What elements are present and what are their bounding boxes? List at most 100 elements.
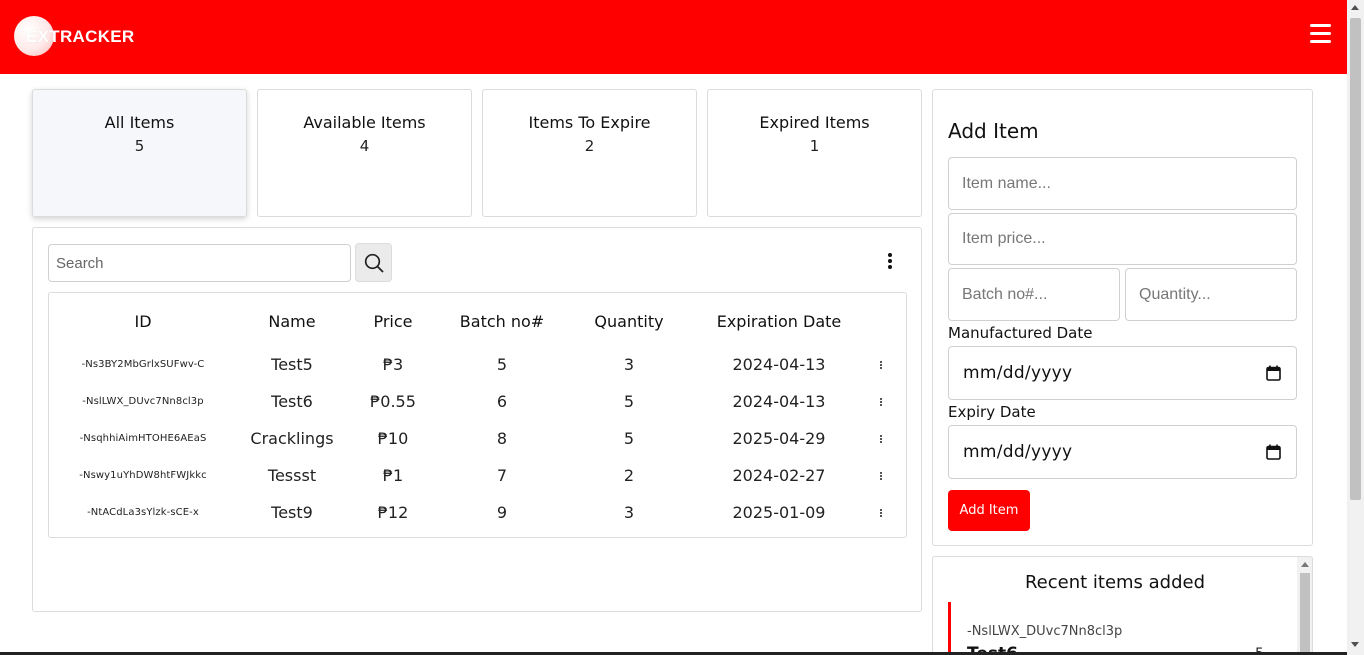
cell-quantity: 2 [623, 466, 635, 485]
row-kebab-icon[interactable] [880, 361, 883, 370]
cell-batch: 5 [496, 355, 508, 374]
scroll-down-arrow-icon[interactable] [1351, 642, 1359, 647]
column-header-expiration[interactable]: Expiration Date [693, 303, 865, 340]
cell-price: ₱0.55 [370, 392, 416, 411]
table-row: -NsqhhiAimHTOHE6AEaS Cracklings ₱10 8 5 … [49, 420, 906, 457]
search-input[interactable] [48, 244, 351, 282]
calendar-icon[interactable] [1266, 365, 1281, 381]
page-scrollbar[interactable] [1347, 0, 1364, 655]
manufactured-date-input[interactable]: mm/dd/yyyy [948, 346, 1297, 400]
stat-card-expired-items[interactable]: Expired Items 1 [707, 89, 922, 217]
date-placeholder: mm/dd/yyyy [963, 363, 1073, 383]
scroll-up-arrow-icon[interactable] [1351, 5, 1359, 10]
stat-card-items-to-expire[interactable]: Items To Expire 2 [482, 89, 697, 217]
table-options-kebab-icon[interactable] [888, 253, 894, 271]
cell-name: Test9 [271, 503, 313, 522]
cell-id: -NtACdLa3sYlzk-sCE-x [87, 507, 199, 518]
item-name-input[interactable] [948, 157, 1297, 210]
cell-name: Test5 [271, 355, 313, 374]
column-header-name[interactable]: Name [237, 303, 347, 340]
items-table-panel: ID Name Price Batch no# Quantity Expirat… [32, 227, 922, 612]
cell-batch: 6 [496, 392, 508, 411]
expiry-date-label: Expiry Date [948, 403, 1036, 421]
row-actions-cell [865, 346, 898, 383]
cell-id: -Ns3BY2MbGrlxSUFwv-C [81, 359, 205, 370]
stat-value: 4 [359, 137, 370, 155]
cell-expiration: 2024-04-13 [732, 355, 826, 374]
cell-batch: 8 [496, 429, 508, 448]
column-header-id[interactable]: ID [49, 303, 237, 340]
cell-expiration: 2024-02-27 [732, 466, 826, 485]
cell-price: ₱3 [382, 355, 404, 374]
recent-items-title: Recent items added [1024, 572, 1206, 593]
stat-value: 2 [584, 137, 595, 155]
hamburger-menu-icon[interactable] [1310, 24, 1332, 46]
cell-id: -NsqhhiAimHTOHE6AEaS [79, 433, 207, 444]
scrollbar-thumb[interactable] [1350, 18, 1361, 500]
stat-title: Available Items [303, 113, 426, 132]
cell-quantity: 3 [623, 503, 635, 522]
cell-name: Cracklings [250, 429, 334, 448]
recent-items-scrollbar[interactable] [1297, 557, 1312, 655]
expiry-date-input[interactable]: mm/dd/yyyy [948, 425, 1297, 479]
row-actions-cell [865, 494, 898, 531]
cell-expiration: 2025-01-09 [732, 503, 826, 522]
search-button[interactable] [355, 243, 392, 282]
row-actions-cell [865, 383, 898, 420]
stat-title: All Items [104, 113, 175, 132]
search-icon [364, 253, 384, 273]
stat-value: 1 [809, 137, 820, 155]
cell-batch: 7 [496, 466, 508, 485]
cell-expiration: 2025-04-29 [732, 429, 826, 448]
cell-quantity: 5 [623, 429, 635, 448]
row-actions-cell [865, 420, 898, 457]
add-item-title: Add Item [948, 119, 1039, 143]
stat-value: 5 [134, 137, 145, 155]
scrollbar-thumb[interactable] [1300, 573, 1310, 655]
add-item-panel: Add Item Manufactured Date mm/dd/yyyy Ex… [932, 89, 1313, 546]
calendar-icon[interactable] [1266, 444, 1281, 460]
item-price-input[interactable] [948, 213, 1297, 265]
cell-price: ₱1 [382, 466, 404, 485]
items-table: ID Name Price Batch no# Quantity Expirat… [48, 292, 907, 538]
table-row: -Ns3BY2MbGrlxSUFwv-C Test5 ₱3 5 3 2024-0… [49, 346, 906, 383]
row-kebab-icon[interactable] [880, 472, 883, 481]
batch-number-input[interactable] [948, 268, 1120, 321]
column-header-batch[interactable]: Batch no# [439, 303, 565, 340]
recent-items-panel: Recent items added -NslLWX_DUvc7Nn8cl3p … [932, 556, 1313, 655]
add-item-button[interactable]: Add Item [948, 490, 1030, 531]
table-header-row: ID Name Price Batch no# Quantity Expirat… [49, 303, 906, 340]
row-kebab-icon[interactable] [880, 509, 883, 518]
scroll-up-arrow-icon[interactable] [1301, 562, 1309, 567]
row-actions-cell [865, 457, 898, 494]
cell-quantity: 3 [623, 355, 635, 374]
column-header-quantity[interactable]: Quantity [565, 303, 693, 340]
row-kebab-icon[interactable] [880, 435, 883, 444]
logo-prefix: EX [26, 27, 50, 46]
cell-batch: 9 [496, 503, 508, 522]
column-header-price[interactable]: Price [347, 303, 439, 340]
cell-price: ₱10 [377, 429, 409, 448]
cell-price: ₱12 [377, 503, 409, 522]
cell-name: Tessst [267, 466, 317, 485]
stat-card-all-items[interactable]: All Items 5 [32, 89, 247, 217]
stat-title: Items To Expire [528, 113, 651, 132]
cell-id: -Nswy1uYhDW8htFWJkkc [79, 470, 207, 481]
manufactured-date-label: Manufactured Date [948, 324, 1093, 342]
stat-card-available-items[interactable]: Available Items 4 [257, 89, 472, 217]
recent-item-id: -NslLWX_DUvc7Nn8cl3p [967, 624, 1123, 639]
cell-quantity: 5 [623, 392, 635, 411]
cell-expiration: 2024-04-13 [732, 392, 826, 411]
date-placeholder: mm/dd/yyyy [963, 442, 1073, 462]
top-navbar: EXTRACKER [0, 0, 1347, 74]
recent-item-card[interactable]: -NslLWX_DUvc7Nn8cl3p Test6 5 [948, 602, 1293, 655]
quantity-input[interactable] [1125, 268, 1297, 321]
table-row: -NslLWX_DUvc7Nn8cl3p Test6 ₱0.55 6 5 202… [49, 383, 906, 420]
table-row: -NtACdLa3sYlzk-sCE-x Test9 ₱12 9 3 2025-… [49, 494, 906, 531]
cell-name: Test6 [271, 392, 313, 411]
cell-id: -NslLWX_DUvc7Nn8cl3p [82, 396, 204, 407]
logo-rest: TRACKER [49, 27, 135, 46]
row-kebab-icon[interactable] [880, 398, 883, 407]
app-logo-text[interactable]: EXTRACKER [26, 27, 135, 47]
stat-title: Expired Items [759, 113, 870, 132]
